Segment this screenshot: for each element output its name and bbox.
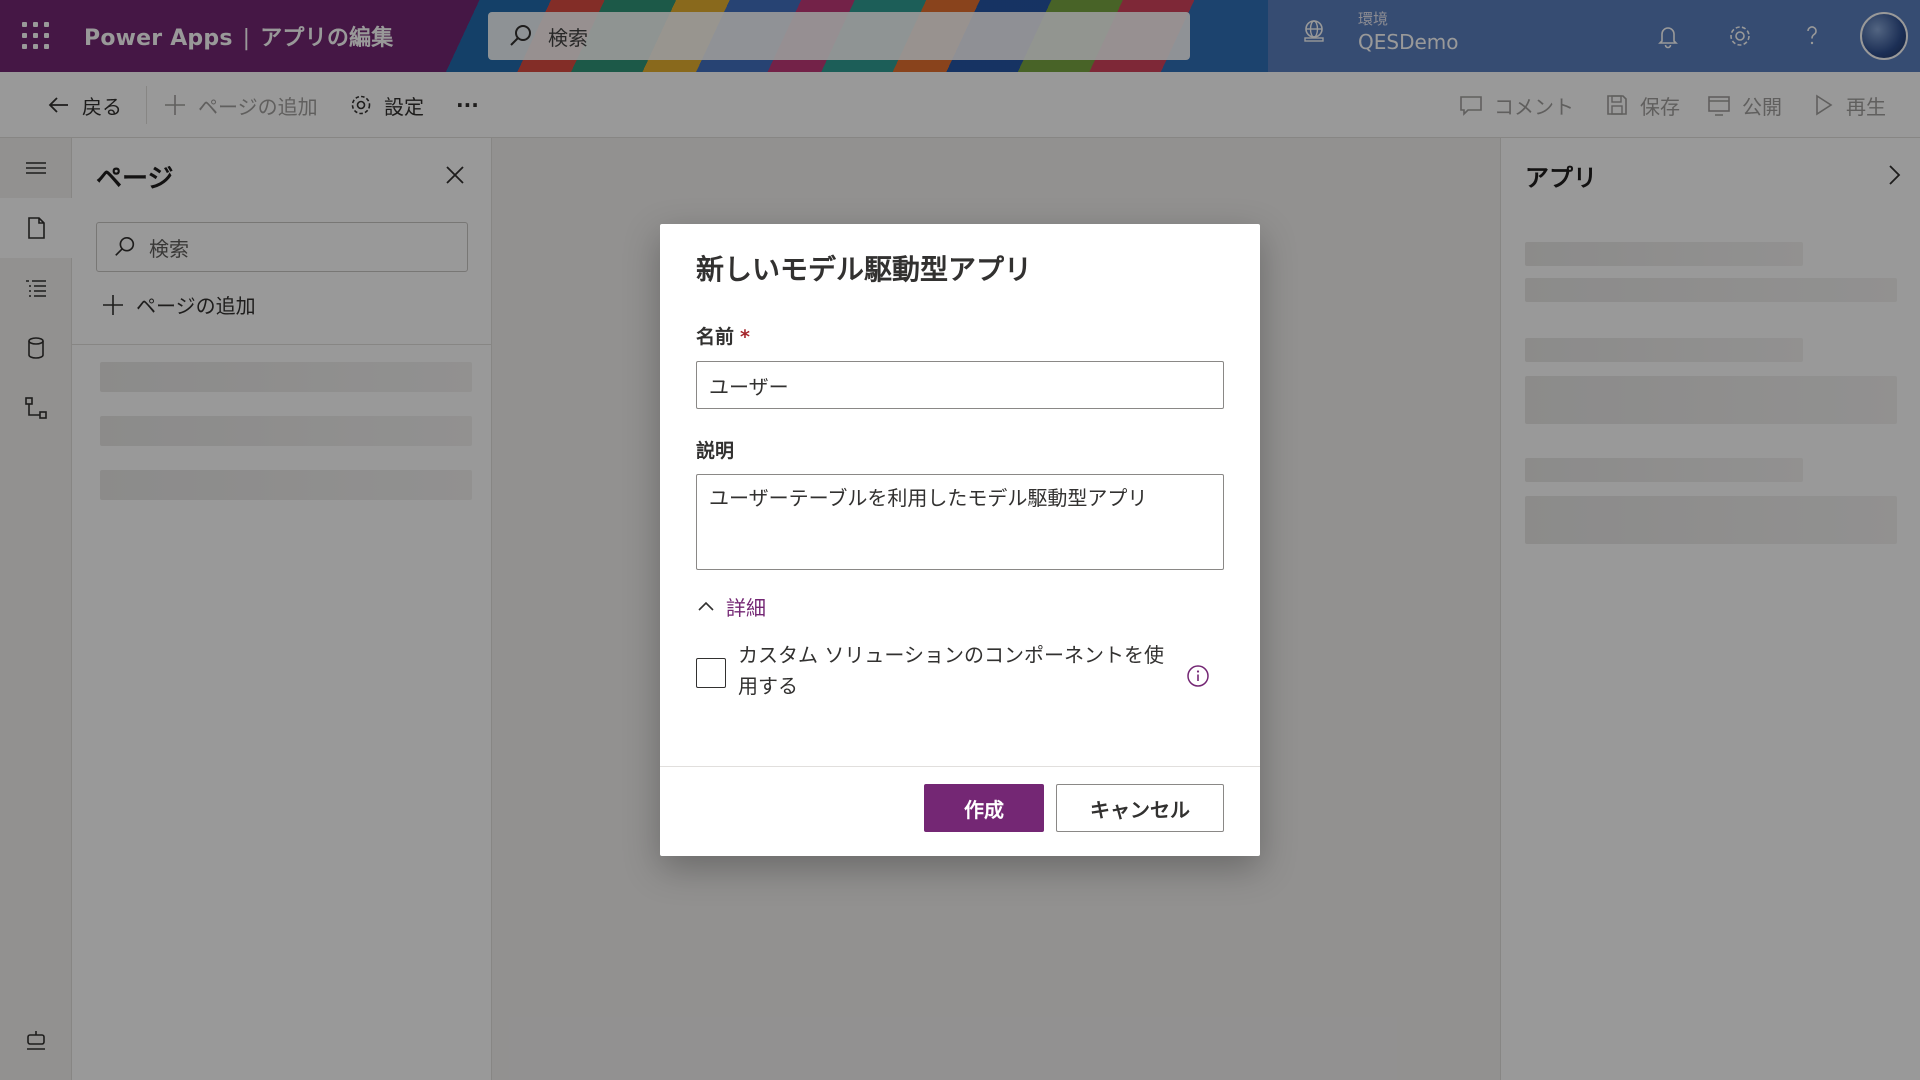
details-label: 詳細	[726, 596, 766, 620]
description-textarea[interactable]: ユーザーテーブルを利用したモデル駆動型アプリ	[696, 474, 1224, 570]
dialog-title: 新しいモデル駆動型アプリ	[696, 253, 1033, 286]
info-icon[interactable]	[1186, 664, 1210, 688]
new-app-dialog: 新しいモデル駆動型アプリ 名前* 説明 ユーザーテーブルを利用したモデル駆動型ア…	[660, 224, 1260, 856]
required-marker: *	[740, 326, 750, 348]
name-label: 名前 *	[696, 322, 750, 349]
description-label: 説明	[696, 440, 735, 462]
custom-solution-checkbox[interactable]	[696, 658, 726, 688]
name-input[interactable]	[696, 361, 1224, 409]
cancel-button[interactable]: キャンセル	[1056, 784, 1224, 832]
create-button[interactable]: 作成	[924, 784, 1044, 832]
dialog-footer-divider	[660, 766, 1260, 767]
details-toggle[interactable]: 詳細	[696, 592, 766, 621]
name-label-text: 名前	[696, 326, 735, 348]
custom-solution-label[interactable]: カスタム ソリューションのコンポーネントを使用する	[738, 640, 1178, 702]
chevron-up-icon	[698, 601, 714, 611]
